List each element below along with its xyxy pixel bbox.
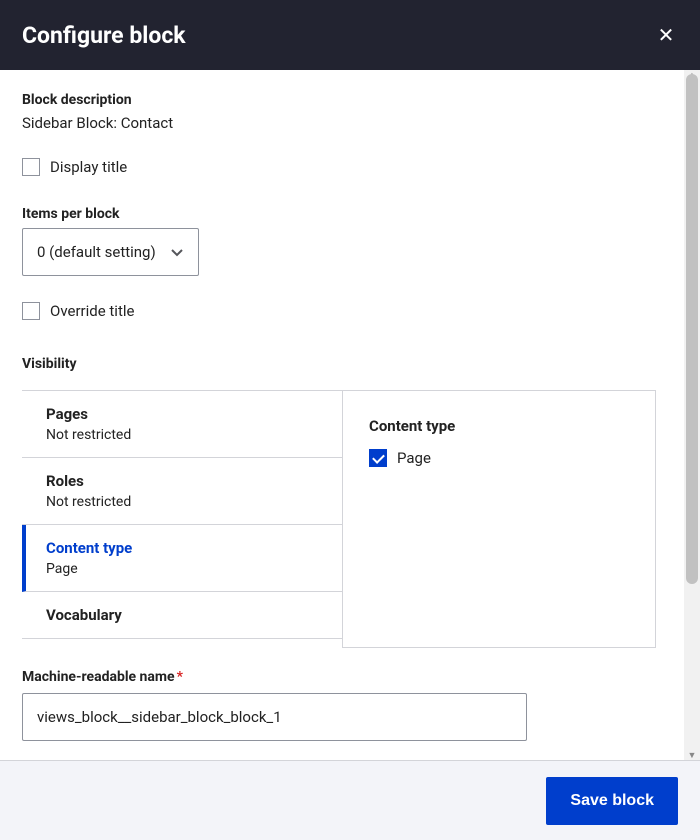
items-per-block-selected: 0 (default setting) <box>37 243 156 261</box>
vis-tab-vocabulary[interactable]: Vocabulary <box>22 592 342 639</box>
items-per-block-select[interactable]: 0 (default setting) <box>22 228 199 276</box>
scrollbar-track[interactable]: ▲ ▼ <box>684 70 700 760</box>
machine-name-input[interactable] <box>22 693 527 741</box>
close-icon: ✕ <box>658 23 675 47</box>
items-per-block-label: Items per block <box>22 206 678 222</box>
display-title-checkbox[interactable] <box>22 158 40 176</box>
vis-tab-title: Content type <box>46 539 342 557</box>
vis-tab-roles[interactable]: Roles Not restricted <box>22 458 342 525</box>
scrollbar-thumb[interactable] <box>686 74 698 584</box>
override-title-checkbox[interactable] <box>22 302 40 320</box>
items-per-block-wrap: 0 (default setting) <box>22 228 678 276</box>
chevron-down-icon <box>170 245 184 259</box>
page-option-checkbox[interactable] <box>369 449 387 467</box>
visibility-panel-option: Page <box>369 449 629 467</box>
display-title-label: Display title <box>50 158 127 176</box>
close-button[interactable]: ✕ <box>654 23 678 47</box>
machine-name-label-row: Machine-readable name * <box>22 669 678 685</box>
override-title-label: Override title <box>50 302 134 320</box>
vis-tab-pages[interactable]: Pages Not restricted <box>22 390 342 458</box>
block-description-value: Sidebar Block: Contact <box>22 114 678 132</box>
vis-tab-subtitle: Page <box>46 561 342 577</box>
visibility-container: Pages Not restricted Roles Not restricte… <box>22 390 678 639</box>
save-block-button[interactable]: Save block <box>546 777 678 825</box>
machine-name-label: Machine-readable name <box>22 669 175 685</box>
block-description-label: Block description <box>22 92 678 108</box>
page-option-label: Page <box>397 449 431 467</box>
display-title-row: Display title <box>22 158 678 176</box>
vis-tab-subtitle: Not restricted <box>46 427 342 443</box>
modal-footer: Save block <box>0 760 700 840</box>
vis-tab-title: Pages <box>46 405 342 423</box>
visibility-heading: Visibility <box>22 356 678 372</box>
vis-tab-title: Roles <box>46 472 342 490</box>
vis-tab-title: Vocabulary <box>46 606 342 624</box>
visibility-panel: Content type Page <box>342 390 656 648</box>
modal-body: Block description Sidebar Block: Contact… <box>0 70 700 760</box>
modal-header: Configure block ✕ <box>0 0 700 70</box>
modal-title: Configure block <box>22 22 186 49</box>
vis-tab-content-type[interactable]: Content type Page <box>22 525 342 592</box>
override-title-row: Override title <box>22 302 678 320</box>
vis-tab-subtitle: Not restricted <box>46 494 342 510</box>
required-mark: * <box>177 669 183 685</box>
visibility-tabs: Pages Not restricted Roles Not restricte… <box>22 390 342 639</box>
visibility-panel-heading: Content type <box>369 417 629 435</box>
